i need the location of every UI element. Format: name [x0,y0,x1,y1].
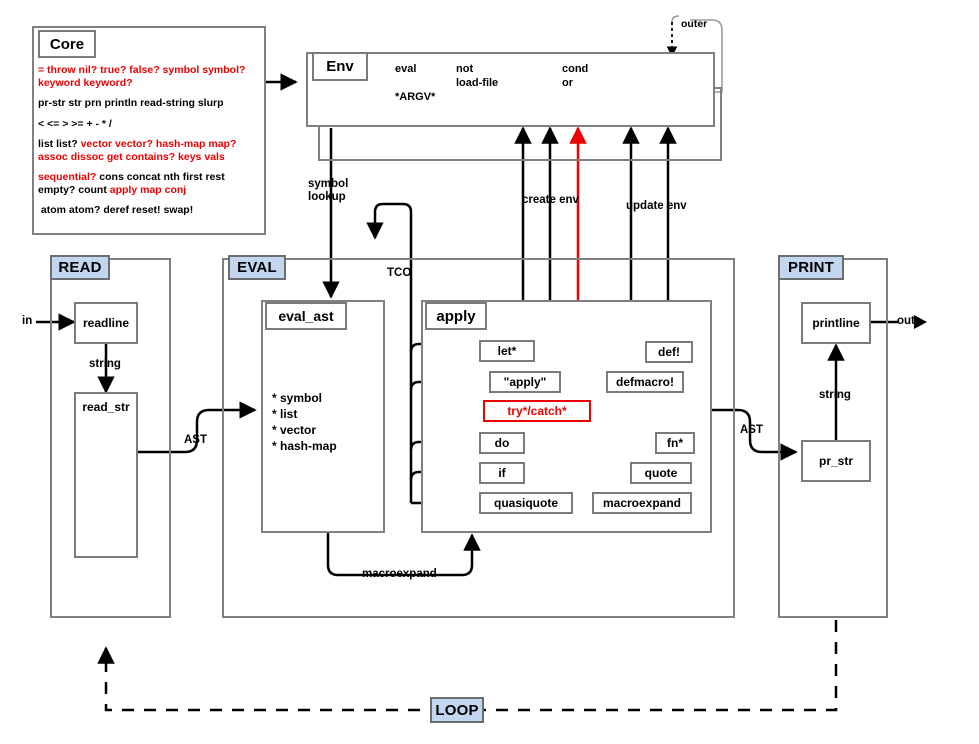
out-label: out [897,315,915,327]
printline-node[interactable]: printline [801,302,871,344]
eval-ast-title: eval_ast [265,302,347,330]
quote-node[interactable]: quote [630,462,692,484]
env-column-1: eval *ARGV* [395,63,436,103]
macroexpand-edge-label: macroexpand [362,568,437,580]
eval-badge: EVAL [228,255,286,280]
let-node[interactable]: let* [479,340,535,362]
core-token-run: list list? [38,138,81,150]
def-node[interactable]: def! [645,341,693,363]
try-catch-node[interactable]: try*/catch* [483,400,591,422]
core-token-run: sequential? [38,171,97,183]
in-label: in [22,315,33,327]
apply-title: apply [425,302,487,330]
apply-str-node[interactable]: "apply" [489,371,561,393]
quasiquote-node[interactable]: quasiquote [479,492,573,514]
core-token-run: pr-str str prn println read-string slurp [38,97,224,109]
loop-badge: LOOP [430,697,484,723]
fn-node[interactable]: fn* [655,432,695,454]
if-node[interactable]: if [479,462,525,484]
defmacro-node[interactable]: defmacro! [606,371,684,393]
do-node[interactable]: do [479,432,525,454]
core-function-list: = throw nil? true? false? symbol symbol?… [38,64,260,225]
env-title: Env [312,52,368,81]
core-token-run: apply map conj [109,183,187,196]
eval-ast-items: * symbol * list * vector * hash-map [272,391,337,453]
core-group: list list? vector vector? hash-map map? … [38,138,260,163]
env-column-3: cond or [562,63,589,89]
core-group: pr-str str prn println read-string slurp [38,97,260,110]
symbol-lookup-label: symbol lookup [308,178,349,203]
core-title: Core [38,30,96,58]
read-badge: READ [50,255,110,280]
print-string-label: string [819,389,851,401]
ast-read-eval-label: AST [184,434,207,446]
core-group: = throw nil? true? false? symbol symbol?… [38,64,260,89]
pr_str-node[interactable]: pr_str [801,440,871,482]
core-group: < <= > >= + - * / [38,118,260,131]
core-group: sequential? cons concat nth first rest e… [38,171,260,196]
readline-node[interactable]: readline [74,302,138,344]
read-string-label: string [89,358,121,370]
core-token-run: atom atom? deref reset! swap! [38,204,194,216]
macroexpand-node[interactable]: macroexpand [592,492,692,514]
create-env-label: create env [522,194,579,206]
read_str-node[interactable]: read_str [74,392,138,558]
core-group: atom atom? deref reset! swap! [38,204,260,217]
ast-eval-print-label: AST [740,424,763,436]
core-token-run: = throw nil? true? false? symbol symbol?… [38,64,249,89]
update-env-label: update env [626,200,687,212]
env-column-2: not load-file [456,63,499,89]
diagram-canvas: Core = throw nil? true? false? symbol sy… [0,0,979,744]
core-token-run: < <= > >= + - * / [38,117,112,130]
env-outer-label: outer [681,18,708,30]
print-badge: PRINT [778,255,844,280]
